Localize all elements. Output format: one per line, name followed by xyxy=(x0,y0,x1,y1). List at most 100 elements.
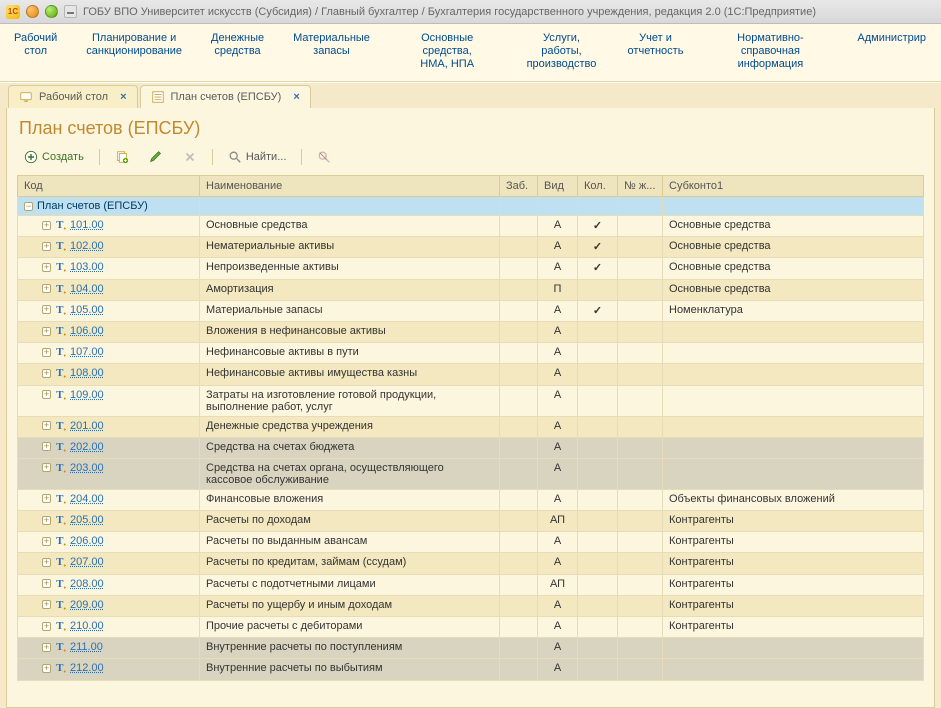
row-vid: А xyxy=(538,489,578,510)
row-name: Затраты на изготовление готовой продукци… xyxy=(200,385,500,416)
copy-button[interactable] xyxy=(108,147,136,167)
expand-icon[interactable]: + xyxy=(42,664,51,673)
table-row[interactable]: +T•104.00АмортизацияПОсновные средства xyxy=(18,279,924,300)
window-menu-icon[interactable] xyxy=(64,5,77,18)
expand-icon[interactable]: + xyxy=(42,305,51,314)
col-kol[interactable]: Кол. xyxy=(578,176,618,197)
expand-icon[interactable]: + xyxy=(42,494,51,503)
account-icon: T• xyxy=(55,283,67,297)
row-kol xyxy=(578,321,618,342)
expand-icon[interactable]: + xyxy=(42,463,51,472)
topnav-item-0[interactable]: Рабочий стол xyxy=(0,24,72,81)
table-row[interactable]: +T•202.00Средства на счетах бюджетаА xyxy=(18,437,924,458)
topnav-item-4[interactable]: Основные средства, НМА, НПА xyxy=(385,24,510,81)
col-vid[interactable]: Вид xyxy=(538,176,578,197)
table-row[interactable]: +T•206.00Расчеты по выданным авансамАКон… xyxy=(18,532,924,553)
collapse-icon[interactable]: − xyxy=(24,202,33,211)
expand-icon[interactable]: + xyxy=(42,421,51,430)
row-code: 102.00 xyxy=(70,240,104,252)
table-row[interactable]: +T•109.00Затраты на изготовление готовой… xyxy=(18,385,924,416)
table-row[interactable]: +T•208.00Расчеты с подотчетными лицамиАП… xyxy=(18,574,924,595)
table-row[interactable]: +T•212.00Внутренние расчеты по выбытиямА xyxy=(18,659,924,680)
table-row[interactable]: +T•211.00Внутренние расчеты по поступлен… xyxy=(18,638,924,659)
row-code: 212.00 xyxy=(70,662,104,674)
table-row[interactable]: +T•105.00Материальные запасыА✓Номенклату… xyxy=(18,300,924,321)
row-zab xyxy=(500,489,538,510)
expand-icon[interactable]: + xyxy=(42,622,51,631)
expand-icon[interactable]: + xyxy=(42,369,51,378)
expand-icon[interactable]: + xyxy=(42,242,51,251)
tab-1[interactable]: План счетов (ЕПСБУ)× xyxy=(140,85,311,108)
table-root-row[interactable]: −План счетов (ЕПСБУ) xyxy=(18,197,924,216)
expand-icon[interactable]: + xyxy=(42,579,51,588)
topnav-item-1[interactable]: Планирование и санкционирование xyxy=(72,24,197,81)
expand-icon[interactable]: + xyxy=(42,390,51,399)
table-row[interactable]: +T•201.00Денежные средства учрежденияА xyxy=(18,416,924,437)
row-no xyxy=(618,237,663,258)
topnav-item-8[interactable]: Администрир xyxy=(843,24,941,81)
table-row[interactable]: +T•207.00Расчеты по кредитам, займам (сс… xyxy=(18,553,924,574)
separator xyxy=(301,149,302,165)
clear-filter-button[interactable] xyxy=(310,147,338,167)
col-sub1[interactable]: Субконто1 xyxy=(663,176,924,197)
expand-icon[interactable]: + xyxy=(42,516,51,525)
table-row[interactable]: +T•102.00Нематериальные активыА✓Основные… xyxy=(18,237,924,258)
accounts-table[interactable]: Код Наименование Заб. Вид Кол. № ж... Су… xyxy=(17,175,924,681)
find-button[interactable]: Найти... xyxy=(221,147,294,167)
expand-icon[interactable]: + xyxy=(42,284,51,293)
row-code: 211.00 xyxy=(70,641,103,653)
table-row[interactable]: +T•103.00Непроизведенные активыА✓Основны… xyxy=(18,258,924,279)
col-name[interactable]: Наименование xyxy=(200,176,500,197)
topnav-item-7[interactable]: Нормативно-справочная информация xyxy=(698,24,843,81)
expand-icon[interactable]: + xyxy=(42,221,51,230)
row-no xyxy=(618,489,663,510)
expand-icon[interactable]: + xyxy=(42,600,51,609)
table-row[interactable]: +T•108.00Нефинансовые активы имущества к… xyxy=(18,364,924,385)
delete-button[interactable] xyxy=(176,147,204,167)
create-button[interactable]: Создать xyxy=(17,147,91,167)
row-vid: А xyxy=(538,364,578,385)
row-zab xyxy=(500,532,538,553)
table-row[interactable]: +T•209.00Расчеты по ущербу и иным дохода… xyxy=(18,595,924,616)
topnav-item-5[interactable]: Услуги, работы, производство xyxy=(510,24,613,81)
tab-close-icon[interactable]: × xyxy=(120,91,126,103)
expand-icon[interactable]: + xyxy=(42,442,51,451)
window-close-icon[interactable] xyxy=(26,5,39,18)
account-icon: T• xyxy=(55,493,67,507)
window-max-icon[interactable] xyxy=(45,5,58,18)
expand-icon[interactable]: + xyxy=(42,558,51,567)
topnav-item-3[interactable]: Материальные запасы xyxy=(279,24,385,81)
row-name: Расчеты по выданным авансам xyxy=(200,532,500,553)
row-name: Средства на счетах бюджета xyxy=(200,437,500,458)
separator xyxy=(99,149,100,165)
expand-icon[interactable]: + xyxy=(42,348,51,357)
expand-icon[interactable]: + xyxy=(42,537,51,546)
table-row[interactable]: +T•205.00Расчеты по доходамАПКонтрагенты xyxy=(18,511,924,532)
row-no xyxy=(618,617,663,638)
row-name: Вложения в нефинансовые активы xyxy=(200,321,500,342)
table-row[interactable]: +T•101.00Основные средстваА✓Основные сре… xyxy=(18,216,924,237)
topnav-item-2[interactable]: Денежные средства xyxy=(197,24,279,81)
table-row[interactable]: +T•210.00Прочие расчеты с дебиторамиАКон… xyxy=(18,617,924,638)
table-row[interactable]: +T•204.00Финансовые вложенияАОбъекты фин… xyxy=(18,489,924,510)
row-zab xyxy=(500,638,538,659)
account-icon: T• xyxy=(55,578,67,592)
tab-close-icon[interactable]: × xyxy=(293,91,299,103)
table-row[interactable]: +T•106.00Вложения в нефинансовые активыА xyxy=(18,321,924,342)
row-no xyxy=(618,321,663,342)
tab-0[interactable]: Рабочий стол× xyxy=(8,85,138,108)
col-no[interactable]: № ж... xyxy=(618,176,663,197)
col-code[interactable]: Код xyxy=(18,176,200,197)
row-name: Внутренние расчеты по выбытиям xyxy=(200,659,500,680)
edit-button[interactable] xyxy=(142,147,170,167)
topnav-item-6[interactable]: Учет и отчетность xyxy=(614,24,699,81)
row-kol xyxy=(578,437,618,458)
table-row[interactable]: +T•107.00Нефинансовые активы в путиА xyxy=(18,343,924,364)
row-name: Нематериальные активы xyxy=(200,237,500,258)
col-zab[interactable]: Заб. xyxy=(500,176,538,197)
expand-icon[interactable]: + xyxy=(42,327,51,336)
expand-icon[interactable]: + xyxy=(42,263,51,272)
account-icon: T• xyxy=(55,599,67,613)
expand-icon[interactable]: + xyxy=(42,643,51,652)
table-row[interactable]: +T•203.00Средства на счетах органа, осущ… xyxy=(18,458,924,489)
